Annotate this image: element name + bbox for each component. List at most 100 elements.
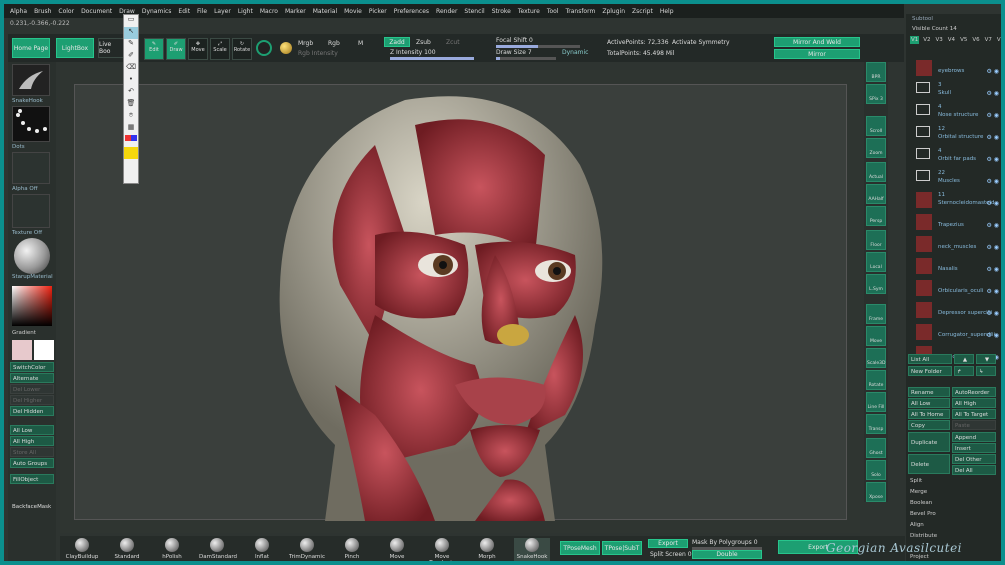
fill-object-button[interactable]: FillObject [10,474,54,484]
visibility-eye-icon[interactable]: ⚙ ◉ [986,90,999,97]
visibility-eye-icon[interactable]: ⚙ ◉ [986,288,999,295]
tpose-mesh-button[interactable]: TPoseMesh [560,541,600,555]
right-tool-xpose[interactable]: Xpose [866,482,886,502]
right-tool-persp[interactable]: Persp [866,206,886,226]
menu-item-layer[interactable]: Layer [214,8,231,15]
right-tool-line-fill[interactable]: Line Fill [866,392,886,412]
focal-shift-track[interactable] [496,45,580,48]
brush-hpolish[interactable]: hPolish [154,538,190,561]
z-intensity-slider[interactable]: Z Intensity 100 [390,49,436,56]
up-arrow-button[interactable]: ▲ [954,354,974,364]
menu-item-render[interactable]: Render [436,8,457,15]
right-tool-scale3d[interactable]: Scale3D [866,348,886,368]
right-tool-solo[interactable]: Solo [866,460,886,480]
align-menu[interactable]: Align [910,522,924,528]
camera-icon[interactable]: ⌾ [124,111,138,123]
menu-item-zplugin[interactable]: Zplugin [602,8,625,15]
version-v3[interactable]: V3 [935,36,944,44]
merge-menu[interactable]: Merge [910,489,927,495]
all-to-target-button[interactable]: All To Target [952,409,996,419]
version-v7[interactable]: V7 [984,36,993,44]
brush-icon[interactable]: ✐ [124,51,138,63]
right-tool-bpr[interactable]: BPR [866,62,886,82]
brush-move[interactable]: Move [379,538,415,561]
mask-by-polygroups-slider[interactable]: Mask By Polygroups 0 [692,539,758,546]
zsub-button[interactable]: Zsub [416,39,431,46]
auto-reorder-button[interactable]: AutoReorder [952,387,996,397]
version-v2[interactable]: V2 [922,36,931,44]
visibility-eye-icon[interactable]: ⚙ ◉ [986,178,999,185]
menu-item-marker[interactable]: Marker [285,8,306,15]
stroke-thumbnail[interactable] [12,106,50,142]
eraser-icon[interactable]: ⌫ [124,63,138,75]
brush-damstandard[interactable]: DamStandard [199,538,237,561]
del-other-button[interactable]: Del Other [952,454,996,464]
subtool-row[interactable]: Nasalis ⚙ ◉ [914,256,999,278]
move-up-button[interactable]: ↱ [954,366,974,376]
right-tool-rotate[interactable]: Rotate [866,370,886,390]
alpha-thumbnail[interactable] [12,152,50,184]
right-tool-scroll[interactable]: Scroll [866,116,886,136]
menu-item-movie[interactable]: Movie [344,8,362,15]
all-to-home-button[interactable]: All To Home [908,409,950,419]
brush-pinch[interactable]: Pinch [334,538,370,561]
brush-standard[interactable]: Standard [109,538,145,561]
del-higher-button[interactable]: Del Higher [10,395,54,405]
move-down-button[interactable]: ↳ [976,366,996,376]
delete-button[interactable]: Delete [908,454,950,474]
menu-item-color[interactable]: Color [58,8,74,15]
mirror-button[interactable]: Mirror [774,49,860,59]
visibility-eye-icon[interactable]: ⚙ ◉ [986,222,999,229]
pencil-icon[interactable]: ✎ [124,39,138,51]
focal-shift-slider[interactable]: Focal Shift 0 [496,37,533,44]
subtool-row[interactable]: 4 Nose structure ⚙ ◉ [914,102,999,124]
right-tool-local[interactable]: Local [866,252,886,272]
auto-groups-button[interactable]: Auto Groups [10,458,54,468]
material-sphere-thumbnail[interactable] [14,238,50,274]
subtool-row[interactable]: 4 Orbit far pads ⚙ ◉ [914,146,999,168]
store-all-button[interactable]: Store All [10,447,54,457]
m-button[interactable]: M [358,40,363,47]
subtool-row[interactable]: Orbicularis_oculi ⚙ ◉ [914,278,999,300]
view-icon[interactable]: ▭ [124,15,138,27]
right-tool-actual[interactable]: Actual [866,162,886,182]
subtool-row[interactable]: neck_muscles ⚙ ◉ [914,234,999,256]
yellow-swatch-icon[interactable] [124,147,138,159]
visibility-eye-icon[interactable]: ⚙ ◉ [986,134,999,141]
trash-icon[interactable]: 🗑 [124,99,138,111]
visibility-eye-icon[interactable]: ⚙ ◉ [986,200,999,207]
distribute-menu[interactable]: Distribute [910,533,937,539]
boolean-menu[interactable]: Boolean [910,500,932,506]
visibility-eye-icon[interactable]: ⚙ ◉ [986,332,999,339]
paste-button[interactable]: Paste [952,420,996,430]
visibility-eye-icon[interactable]: ⚙ ◉ [986,244,999,251]
menu-item-macro[interactable]: Macro [260,8,278,15]
backface-mask-label[interactable]: BackfaceMask [12,504,57,510]
version-v4[interactable]: V4 [947,36,956,44]
undo-icon[interactable]: ↶ [124,87,138,99]
menu-item-help[interactable]: Help [660,8,674,15]
insert-button[interactable]: Insert [952,443,996,453]
texture-thumbnail[interactable] [12,194,50,228]
home-page-button[interactable]: Home Page [12,38,50,58]
draw-popup-menu[interactable]: ▭ ↖ ✎ ✐ ⌫ • ↶ 🗑 ⌾ ▦ [123,14,139,184]
subtool-row[interactable]: Trapezius ⚙ ◉ [914,212,999,234]
cursor-icon[interactable]: ↖ [124,27,138,39]
rgb-intensity-slider[interactable]: Rgb Intensity [298,50,338,57]
secondary-color-swatch[interactable] [34,340,54,360]
brush-inflat[interactable]: Inflat [244,538,280,561]
main-color-swatch[interactable] [12,340,32,360]
version-v8[interactable]: V8 [996,36,1001,44]
duplicate-button[interactable]: Duplicate [908,432,950,452]
subtool-row[interactable]: 11 Sternocleidomastoid ⚙ ◉ [914,190,999,212]
down-arrow-button[interactable]: ▼ [976,354,996,364]
mrgb-button[interactable]: Mrgb [298,40,313,47]
subtool-row[interactable]: eyebrows ⚙ ◉ [914,58,999,80]
del-hidden-button[interactable]: Del Hidden [10,406,54,416]
menu-item-preferences[interactable]: Preferences [394,8,429,15]
right-tool-move[interactable]: Move [866,326,886,346]
menu-item-tool[interactable]: Tool [547,8,559,15]
visibility-eye-icon[interactable]: ⚙ ◉ [986,68,999,75]
split-menu[interactable]: Split [910,478,922,484]
menu-item-document[interactable]: Document [81,8,112,15]
